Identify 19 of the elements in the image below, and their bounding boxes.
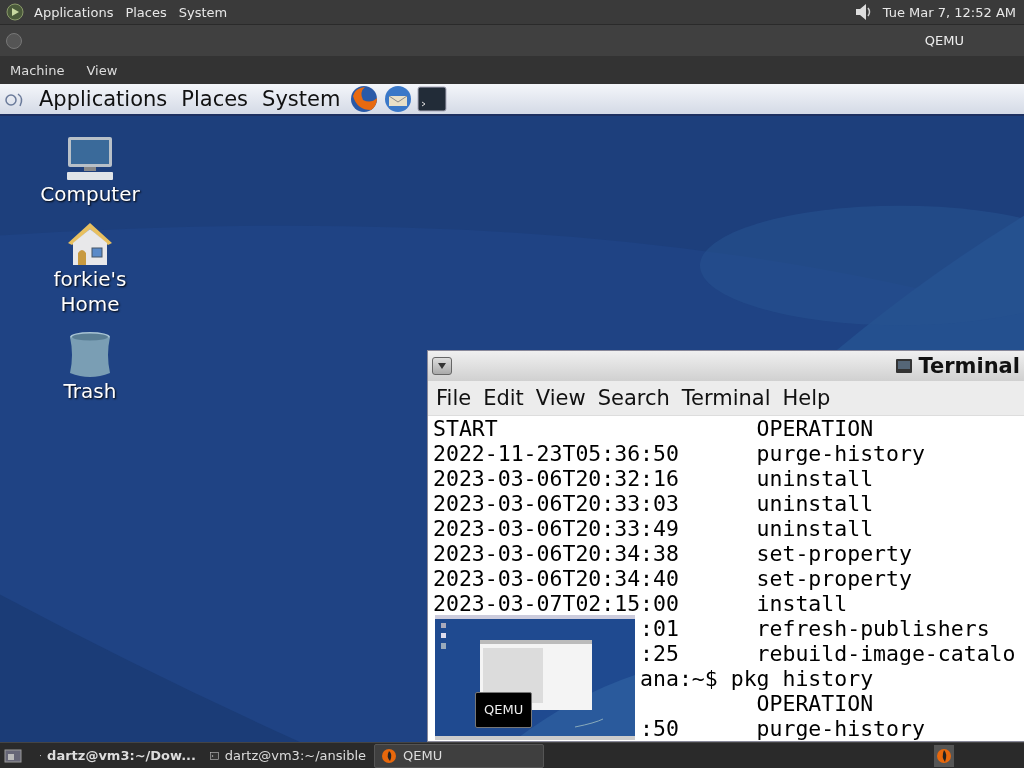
menu-logo-icon[interactable] [6, 3, 24, 21]
panel-menu[interactable]: Applications [34, 4, 114, 20]
flame-icon [381, 747, 397, 764]
taskbar-button[interactable]: dartz@vm3:~/Dow... [34, 744, 202, 767]
taskbar-button[interactable]: dartz@vm3:~/ansible [204, 744, 372, 767]
panel-menu[interactable]: System [257, 87, 346, 111]
flame-icon[interactable] [934, 744, 954, 767]
panel-menu[interactable]: System [178, 4, 228, 20]
globe-fox-icon[interactable] [349, 84, 380, 114]
taskbar-button[interactable]: QEMU [374, 743, 544, 768]
panel-menu[interactable]: Places [125, 4, 167, 20]
bird-globe-icon[interactable] [383, 84, 414, 114]
panel-menu[interactable]: Applications [34, 87, 173, 111]
panel-menu[interactable]: Places [176, 87, 254, 111]
menu-item[interactable]: Machine [10, 62, 65, 78]
menu-item[interactable]: View [86, 62, 118, 78]
show-desktop-icon[interactable] [4, 747, 22, 764]
clock[interactable]: Tue Mar 7, 12:52 AM [882, 4, 1016, 20]
window-title: QEMU [924, 33, 964, 48]
